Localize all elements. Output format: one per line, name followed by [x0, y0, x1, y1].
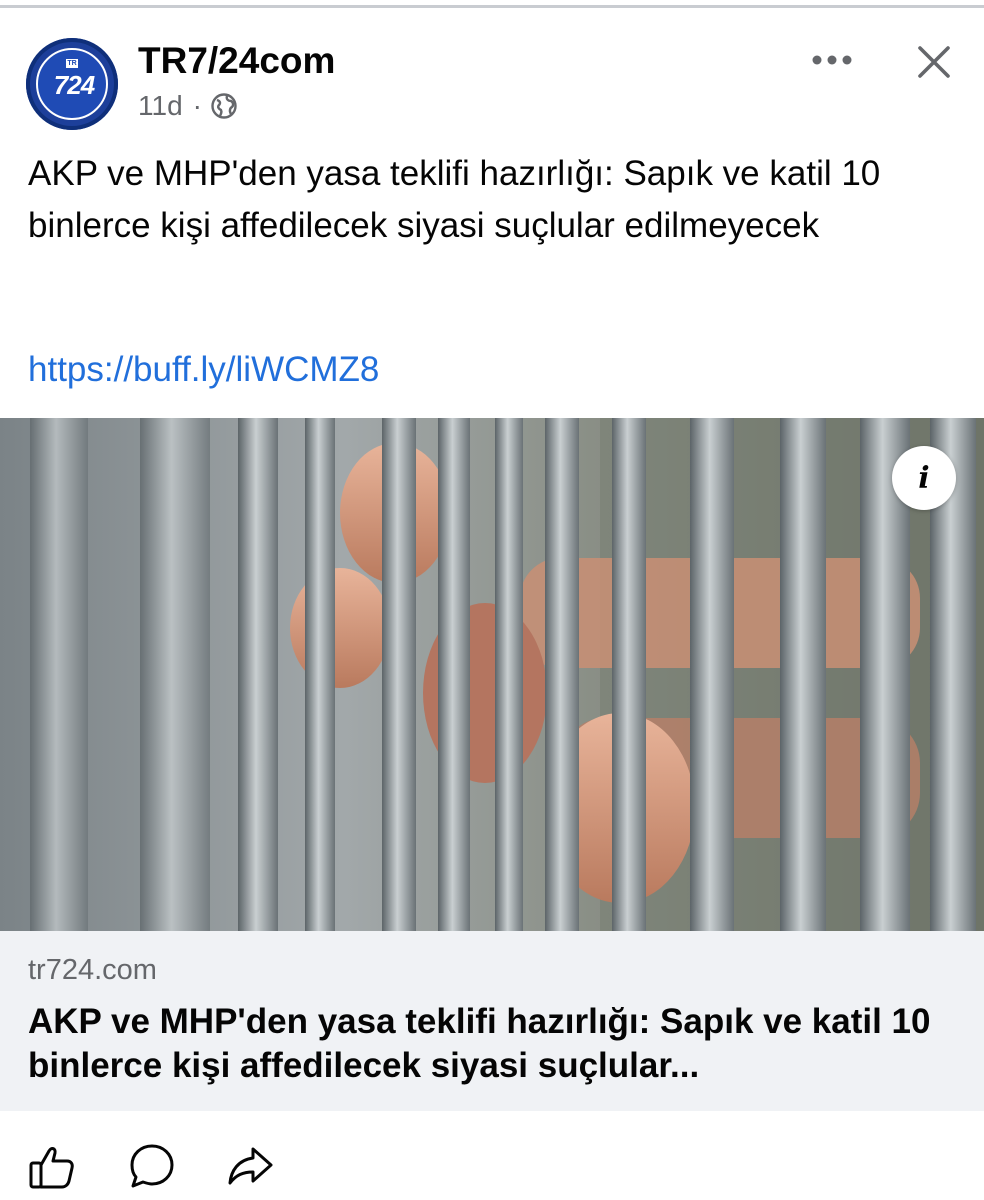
more-icon [812, 55, 852, 65]
link-title[interactable]: AKP ve MHP'den yasa teklifi hazırlığı: S… [28, 1000, 958, 1088]
comment-button[interactable] [124, 1138, 180, 1194]
more-options-button[interactable] [804, 40, 860, 80]
prison-bars-photo [0, 418, 984, 931]
thumbs-up-icon [29, 1147, 74, 1189]
avatar-badge: TR [66, 59, 78, 68]
close-icon [918, 46, 950, 78]
share-button[interactable] [222, 1138, 278, 1194]
close-post-button[interactable] [908, 38, 960, 86]
action-bar [0, 1130, 984, 1200]
page-avatar[interactable]: TR 724 [26, 38, 118, 130]
post-timestamp[interactable]: 11d [138, 90, 183, 122]
link-preview-image[interactable] [0, 418, 984, 931]
avatar-logo: TR 724 [36, 48, 108, 120]
info-button[interactable]: i [892, 446, 956, 510]
comment-icon [130, 1144, 174, 1188]
top-divider [0, 0, 984, 8]
like-button[interactable] [24, 1138, 80, 1194]
link-domain: tr724.com [28, 954, 157, 986]
meta-separator: · [192, 90, 202, 121]
avatar-logo-text: 724 [53, 70, 95, 100]
share-icon [228, 1147, 273, 1185]
post-meta: 11d · [138, 90, 238, 122]
post-text: AKP ve MHP'den yasa teklifi hazırlığı: S… [28, 154, 881, 245]
page-name-link[interactable]: TR7/24com [138, 40, 335, 82]
globe-icon [211, 93, 237, 119]
post-link[interactable]: https://buff.ly/liWCMZ8 [28, 350, 379, 390]
